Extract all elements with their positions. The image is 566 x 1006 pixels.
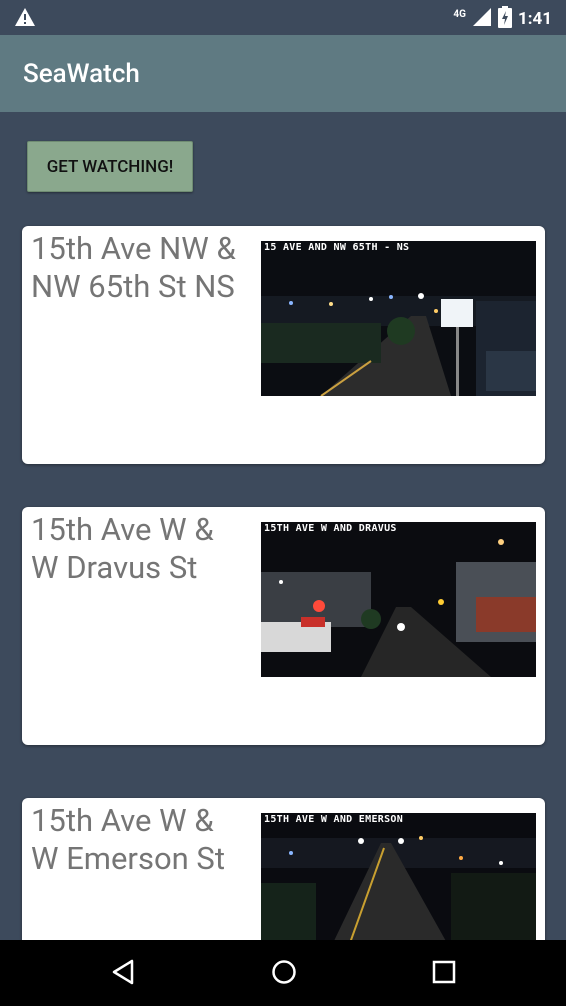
recents-icon[interactable] (430, 958, 458, 990)
back-icon[interactable] (110, 958, 138, 990)
camera-overlay-label: 15TH AVE W AND EMERSON (264, 814, 404, 825)
camera-card[interactable]: 15th Ave NW & NW 65th St NS 15 AVE AND N… (22, 226, 545, 464)
camera-card[interactable]: 15th Ave W & W Dravus St 15TH AVE W AND … (22, 507, 545, 745)
get-watching-button[interactable]: GET WATCHING! (27, 141, 193, 192)
warning-icon (14, 7, 36, 31)
camera-overlay-label: 15TH AVE W AND DRAVUS (264, 523, 397, 534)
navigation-bar (0, 940, 566, 1006)
signal-icon (472, 7, 492, 31)
camera-title: 15th Ave W & W Dravus St (31, 511, 214, 586)
camera-card[interactable]: 15th Ave W & W Emerson St 15TH AVE W AND… (22, 798, 545, 940)
clock: 1:41 (517, 9, 552, 29)
status-bar: 4G 1:41 (0, 0, 566, 35)
battery-icon (497, 6, 512, 32)
camera-image[interactable]: 15TH AVE W AND EMERSON (261, 813, 536, 940)
camera-image[interactable]: 15TH AVE W AND DRAVUS (261, 522, 536, 677)
home-icon[interactable] (270, 958, 298, 990)
app-bar: SeaWatch (0, 35, 566, 112)
camera-title: 15th Ave NW & NW 65th St NS (31, 230, 236, 305)
camera-overlay-label: 15 AVE AND NW 65TH - NS (264, 242, 410, 253)
camera-title: 15th Ave W & W Emerson St (31, 802, 225, 877)
app-title: SeaWatch (23, 59, 140, 89)
network-type: 4G (453, 8, 466, 20)
camera-list[interactable]: GET WATCHING! 15th Ave NW & NW 65th St N… (0, 112, 566, 940)
camera-image[interactable]: 15 AVE AND NW 65TH - NS (261, 241, 536, 396)
